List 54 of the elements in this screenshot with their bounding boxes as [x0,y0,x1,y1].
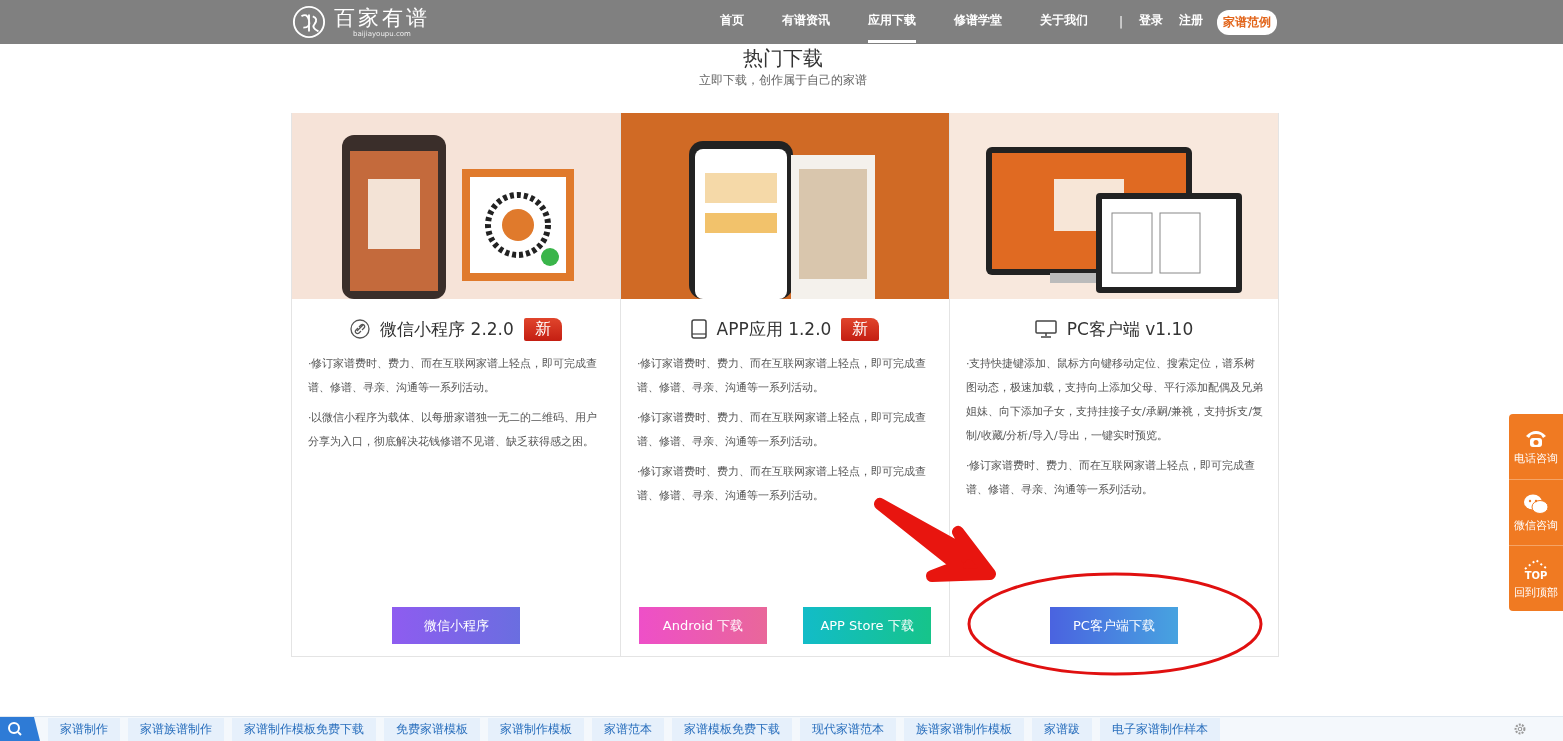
wechat-icon [1523,492,1549,515]
keyword-tag[interactable]: 家谱制作模板 [488,717,584,741]
card-title: APP应用 1.2.0 [716,317,832,341]
new-badge: 新 [523,317,562,341]
dotted-arch-icon [1523,557,1549,570]
description-text: ·修订家谱费时、费力、而在互联网家谱上轻点，即可完成查谱、修谱、寻亲、沟通等一系列活动。 [637,410,928,450]
monitor-icon [1034,320,1057,338]
nav-link[interactable]: 关于我们 [1039,1,1088,43]
register-link[interactable]: 注册 [1179,1,1203,43]
keyword-tag[interactable]: 家谱制作 [48,717,120,741]
settings-icon[interactable] [1513,722,1527,736]
card-title: PC客户端 v1.10 [1066,317,1194,341]
sidebar-label: 微信咨询 [1514,518,1558,533]
keyword-tag[interactable]: 现代家谱范本 [800,717,896,741]
download-button[interactable]: APP Store 下载 [803,607,931,644]
logo-icon [292,5,326,39]
keyword-tag[interactable]: 家谱模板免费下载 [672,717,792,741]
nav-link[interactable]: 应用下载 [867,1,916,43]
link-icon [350,319,371,339]
description-text: ·修订家谱费时、费力、而在互联网家谱上轻点，即可完成查谱、修谱、寻亲、沟通等一系列活动。 [637,464,928,504]
section-title: 热门下载 [742,46,823,70]
download-button[interactable]: 微信小程序 [392,607,520,644]
sidebar-item[interactable]: 微信咨询 [1509,480,1563,546]
nav-link[interactable]: 有谱资讯 [781,1,830,43]
description-text: ·修订家谱费时、费力、而在互联网家谱上轻点，即可完成查谱、修谱、寻亲、沟通等一系列活动。 [966,458,1257,498]
sidebar-item[interactable]: 电话咨询 [1509,414,1563,480]
description-text: ·以微信小程序为载体、以每册家谱独一无二的二维码、用户分享为入口，彻底解决花钱修谱不见谱、缺乏获得感之困。 [308,410,599,450]
new-badge: 新 [841,317,880,341]
login-link[interactable]: 登录 [1139,1,1163,43]
keyword-tag[interactable]: 家谱跋 [1032,717,1092,741]
description-text: ·支持快捷键添加、鼠标方向键移动定位、搜索定位，谱系树图动态，极速加载，支持向上添加父母、平行添加配偶及兄弟姐妹、向下添加子女，支持挂接子女/承嗣/兼祧，支持拆支/复制/收藏/分析/导入/导出，一键实时预览。 [966,356,1264,444]
nav-link[interactable]: 首页 [719,1,744,43]
download-button[interactable]: PC客户端下载 [1050,607,1178,644]
description-text: ·修订家谱费时、费力、而在互联网家谱上轻点，即可完成查谱、修谱、寻亲、沟通等一系列活动。 [308,356,599,396]
keyword-tag[interactable]: 族谱家谱制作模板 [904,717,1024,741]
examples-button[interactable]: 家谱范例 [1217,9,1277,35]
tablet-icon [690,319,707,339]
section-subtitle: 立即下载，创作属于自己的家谱 [698,72,867,89]
keyword-tag[interactable]: 家谱制作模板免费下载 [232,717,376,741]
description-text: ·修订家谱费时、费力、而在互联网家谱上轻点，即可完成查谱、修谱、寻亲、沟通等一系列活动。 [637,356,928,396]
nav-separator: | [1118,15,1123,29]
keyword-tag[interactable]: 电子家谱制作样本 [1100,717,1220,741]
sidebar-label: 回到顶部 [1514,585,1558,600]
keyword-tag[interactable]: 免费家谱模板 [384,717,480,741]
card-title: 微信小程序 2.2.0 [380,317,514,341]
sidebar-item[interactable]: TOP 回到顶部 [1509,546,1563,611]
logo-wordmark[interactable]: 百家有谱 [334,5,430,30]
nav-link[interactable]: 修谱学堂 [953,1,1002,43]
search-icon[interactable] [0,717,40,741]
keyword-tag[interactable]: 家谱族谱制作 [128,717,224,741]
sidebar-label: 电话咨询 [1514,451,1558,466]
keyword-tag[interactable]: 家谱范本 [592,717,664,741]
download-button[interactable]: Android 下载 [639,607,767,644]
top-label: TOP [1524,569,1548,582]
